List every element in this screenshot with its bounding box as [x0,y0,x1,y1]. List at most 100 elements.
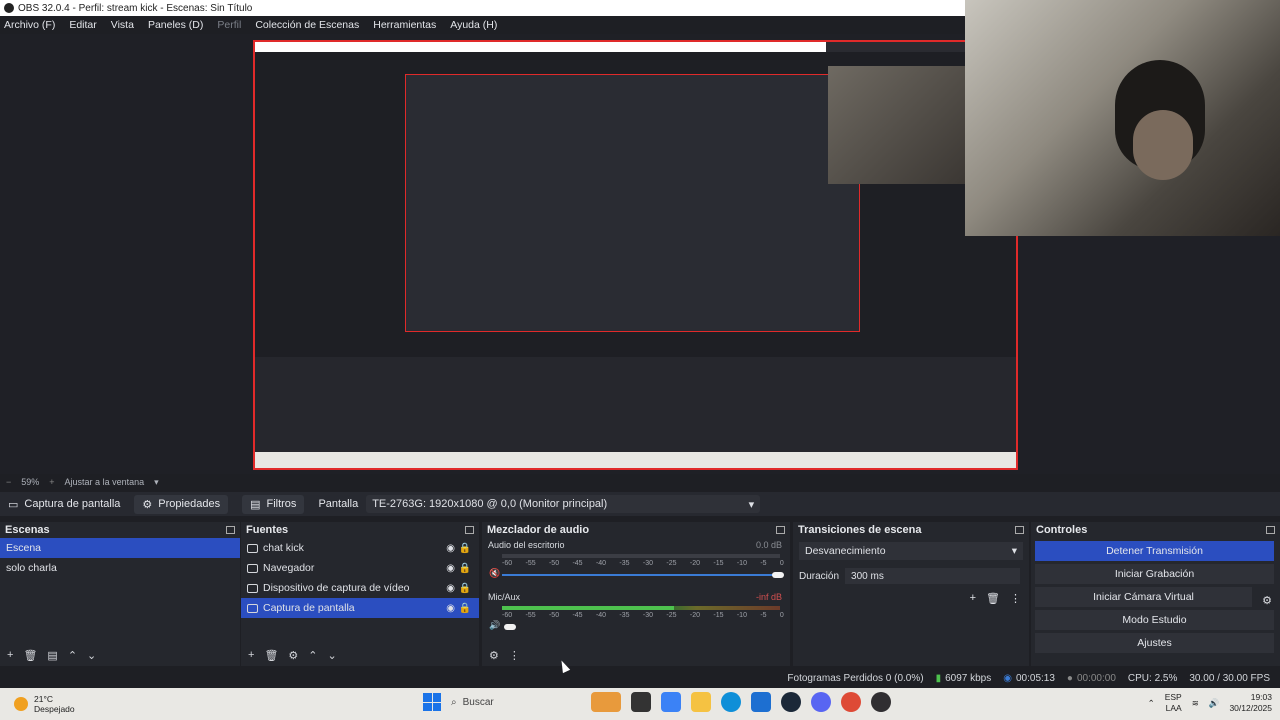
more-icon[interactable]: ⋮ [1010,592,1021,605]
gear-icon[interactable]: ⚙ [288,649,298,662]
studio-mode-button[interactable]: Modo Estudio [1035,610,1274,630]
steam-icon[interactable] [781,692,801,712]
add-icon[interactable]: + [248,649,254,661]
task-view-icon[interactable] [631,692,651,712]
settings-button[interactable]: Ajustes [1035,633,1274,653]
arrow-down-icon[interactable]: ⌄ [87,649,96,662]
copilot-icon[interactable] [661,692,681,712]
volume-slider[interactable] [502,574,780,576]
volume-knob[interactable] [504,624,516,630]
filter-icon[interactable]: ▤ [47,649,57,662]
scene-item[interactable]: solo charla [0,558,240,578]
lock-icon[interactable]: 🔒 [459,603,471,614]
popout-icon[interactable] [1015,526,1024,534]
clock[interactable]: 19:03 30/12/2025 [1229,692,1272,714]
weather-widget[interactable]: 21°C Despejado [14,694,75,714]
eye-icon[interactable]: ◉ [446,563,455,574]
source-item[interactable]: Dispositivo de captura de vídeo ◉ 🔒 [241,578,479,598]
popout-icon[interactable] [1266,526,1275,534]
trash-icon[interactable]: 🗑 [986,592,1000,605]
start-recording-button[interactable]: Iniciar Grabación [1035,564,1274,584]
filters-button[interactable]: ▤ Filtros [242,494,305,514]
muted-speaker-icon[interactable]: 🔇 [489,568,500,579]
transitions-header: Transiciones de escena [793,522,1029,538]
wifi-icon[interactable]: ≋ [1192,698,1199,709]
mixer-channel-desktop: Audio del escritorio 0.0 dB -60 -55 -50 -45… [482,538,790,590]
zoom-out-icon[interactable]: − [6,477,11,487]
zoom-fit[interactable]: Ajustar a la ventana [65,477,145,487]
zoom-in-icon[interactable]: + [49,477,54,487]
browser-icon [247,563,258,573]
lock-icon[interactable]: 🔒 [459,543,471,554]
mixer-toolbar: ⚙ ⋮ [482,644,790,666]
popout-icon[interactable] [465,526,474,534]
obs-icon[interactable] [871,692,891,712]
menu-editar[interactable]: Editar [69,19,96,31]
duration-value: 300 ms [851,570,884,582]
windows-start-icon[interactable] [423,693,441,711]
chrome-icon[interactable] [841,692,861,712]
source-item-selected[interactable]: Captura de pantalla ◉ 🔒 [241,598,479,618]
more-icon[interactable]: ⋮ [509,649,520,662]
language-indicator[interactable]: ESP LAA [1165,692,1182,714]
menu-ayuda[interactable]: Ayuda (H) [450,19,497,31]
link-gear-icon[interactable]: ⚙ [489,649,499,662]
menu-coleccion[interactable]: Colección de Escenas [255,19,359,31]
transition-tools: + 🗑 ⋮ [970,592,1021,605]
news-icon[interactable] [591,692,621,712]
nested-docks [255,357,1016,467]
scene-item[interactable]: Escena [0,538,240,558]
meter-fill [502,606,675,610]
meter-ticks: -60 -55 -50 -45 -40 -35 -30 -25 -20 -15 -10 -5 0 [502,612,784,619]
tick-label: -60 [502,560,513,567]
eye-icon[interactable]: ◉ [446,583,455,594]
lock-icon[interactable]: 🔒 [459,583,471,594]
monitor-icon [247,603,258,613]
start-virtual-camera-button[interactable]: Iniciar Cámara Virtual [1035,587,1252,607]
popout-icon[interactable] [776,526,785,534]
menu-archivo[interactable]: Archivo (F) [4,19,55,31]
filter-icon: ▤ [250,498,261,511]
zoom-bar: − 59% + Ajustar a la ventana ▾ [0,474,1280,490]
duration-input[interactable]: 300 ms [845,568,1021,584]
file-explorer-icon[interactable] [691,692,711,712]
eye-icon[interactable]: ◉ [446,543,455,554]
store-icon[interactable] [751,692,771,712]
source-item[interactable]: Navegador ◉ 🔒 [241,558,479,578]
menu-herramientas[interactable]: Herramientas [373,19,436,31]
discord-icon[interactable] [811,692,831,712]
menu-vista[interactable]: Vista [111,19,134,31]
volume-icon[interactable]: 🔊 [1209,698,1220,709]
filters-label: Filtros [266,498,297,510]
volume-knob[interactable] [772,572,784,578]
taskbar-search[interactable]: ⌕ Buscar [451,697,581,708]
add-icon[interactable]: + [7,649,13,661]
trash-icon[interactable]: 🗑 [264,649,278,662]
taskbar-center: ⌕ Buscar [423,692,891,712]
arrow-down-icon[interactable]: ⌄ [328,649,337,662]
menu-perfil[interactable]: Perfil [217,19,241,31]
lock-icon[interactable]: 🔒 [459,563,471,574]
popout-icon[interactable] [226,526,235,534]
add-icon[interactable]: + [970,592,976,605]
chevron-up-icon[interactable]: ⌃ [1148,698,1155,709]
menu-paneles[interactable]: Paneles (D) [148,19,203,31]
lang-primary: ESP [1164,692,1182,702]
scenes-title: Escenas [5,524,50,536]
display-select[interactable]: TE-2763G: 1920x1080 @ 0,0 (Monitor princ… [366,495,761,513]
duration-label: Duración [799,570,840,582]
trash-icon[interactable]: 🗑 [23,649,37,662]
zoom-dropdown-icon[interactable]: ▾ [154,477,159,488]
virtual-camera-gear-icon[interactable]: ⚙ [1262,594,1272,607]
source-item[interactable]: chat kick ◉ 🔒 [241,538,479,558]
transition-select[interactable]: Desvanecimiento ▾ [799,542,1023,560]
edge-icon[interactable] [721,692,741,712]
arrow-up-icon[interactable]: ⌃ [308,649,317,662]
arrow-up-icon[interactable]: ⌃ [68,649,77,662]
speaker-icon[interactable]: 🔊 [489,620,500,631]
eye-icon[interactable]: ◉ [446,603,455,614]
tick-label: -40 [595,560,607,567]
properties-button[interactable]: ⚙ Propiedades [134,494,229,514]
tick-label: 0 [779,612,784,619]
stop-streaming-button[interactable]: Detener Transmisión [1035,541,1274,561]
